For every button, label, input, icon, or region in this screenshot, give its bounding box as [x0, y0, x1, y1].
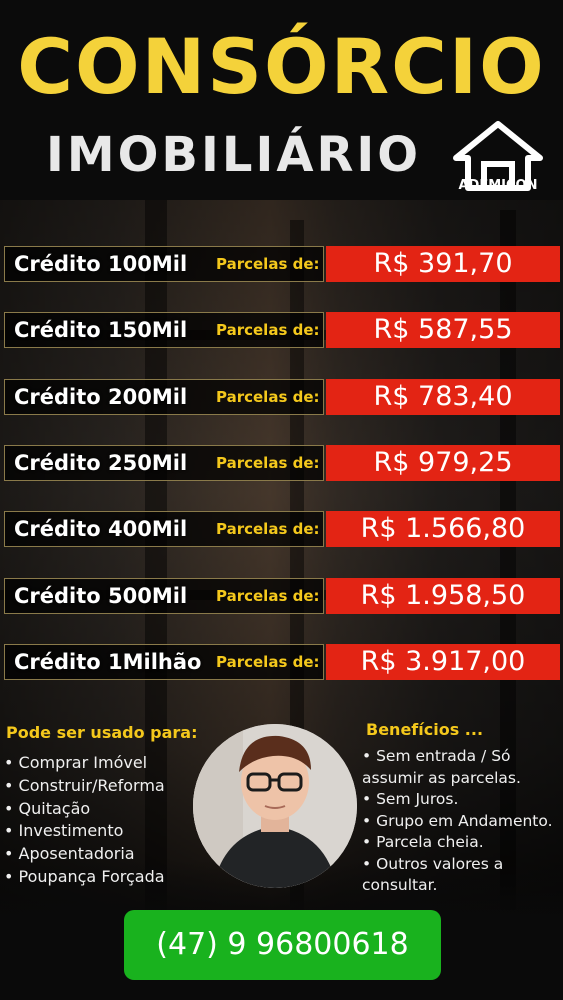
- list-item: • Investimento: [4, 821, 124, 841]
- credit-amount: Crédito 100Mil: [14, 252, 188, 276]
- list-item: • Sem Juros.: [362, 790, 459, 808]
- installment-value-box: R$ 3.917,00: [326, 644, 560, 680]
- credit-amount: Crédito 500Mil: [14, 584, 188, 608]
- installment-value-box: R$ 783,40: [326, 379, 560, 415]
- installment-value: R$ 1.958,50: [360, 580, 526, 611]
- list-item: • Comprar Imóvel: [4, 753, 148, 772]
- installment-value-box: R$ 979,25: [326, 445, 560, 481]
- installment-value: R$ 587,55: [373, 314, 513, 345]
- installment-value: R$ 979,25: [373, 447, 513, 478]
- credit-amount: Crédito 1Milhão: [14, 650, 202, 674]
- list-item: • Construir/Reforma: [4, 775, 165, 795]
- list-item: • Parcela cheia.: [362, 833, 484, 851]
- installment-label: Parcelas de:: [216, 321, 320, 339]
- plan-row: Crédito 200Mil Parcelas de: R$ 783,40: [4, 379, 560, 415]
- credit-amount: Crédito 250Mil: [14, 451, 188, 475]
- installment-value: R$ 3.917,00: [360, 646, 526, 677]
- installment-value-box: R$ 1.958,50: [326, 578, 560, 614]
- plan-row: Crédito 400Mil Parcelas de: R$ 1.566,80: [4, 511, 560, 547]
- installment-label: Parcelas de:: [216, 587, 320, 605]
- list-item: • Poupança Forçada: [4, 866, 165, 886]
- list-item: • Outros valores a consultar.: [362, 854, 504, 895]
- brand-name: ADEMICON: [458, 178, 538, 193]
- installment-value-box: R$ 1.566,80: [326, 511, 560, 547]
- plan-row: Crédito 250Mil Parcelas de: R$ 979,25: [4, 445, 560, 481]
- list-item: • Grupo em Andamento.: [362, 811, 553, 830]
- uses-title: Pode ser usado para:: [6, 723, 198, 742]
- installment-label: Parcelas de:: [216, 454, 320, 472]
- list-item: • Sem entrada / Só assumir as parcelas.: [362, 747, 521, 787]
- benefits-list: • Sem entrada / Só assumir as parcelas. …: [362, 746, 562, 897]
- uses-list: • Comprar Imóvel • Construir/Reforma • Q…: [4, 752, 165, 889]
- phone-contact-button[interactable]: (47) 9 96800618: [124, 910, 441, 980]
- installment-label: Parcelas de:: [216, 388, 320, 406]
- credit-amount: Crédito 200Mil: [14, 385, 188, 409]
- list-item: • Aposentadoria: [4, 844, 135, 864]
- person-illustration: [193, 724, 357, 888]
- installment-value: R$ 783,40: [373, 381, 513, 412]
- credit-amount: Crédito 400Mil: [14, 517, 188, 541]
- benefits-title: Benefícios ...: [366, 720, 484, 739]
- installment-value-box: R$ 587,55: [326, 312, 560, 348]
- person-photo: [193, 724, 357, 888]
- list-item: • Quitação: [4, 798, 91, 818]
- plan-row: Crédito 100Mil Parcelas de: R$ 391,70: [4, 246, 560, 282]
- installment-label: Parcelas de:: [216, 255, 320, 273]
- plan-row: Crédito 500Mil Parcelas de: R$ 1.958,50: [4, 578, 560, 614]
- page-title: CONSÓRCIO: [17, 22, 546, 111]
- page-subtitle: IMOBILIÁRIO: [46, 127, 422, 183]
- plan-row: Crédito 1Milhão Parcelas de: R$ 3.917,00: [4, 644, 560, 680]
- installment-label: Parcelas de:: [216, 520, 320, 538]
- installment-label: Parcelas de:: [216, 653, 320, 671]
- installment-value: R$ 1.566,80: [360, 513, 526, 544]
- installment-value: R$ 391,70: [373, 248, 513, 279]
- installment-value-box: R$ 391,70: [326, 246, 560, 282]
- credit-amount: Crédito 150Mil: [14, 318, 188, 342]
- phone-number: (47) 9 96800618: [156, 927, 409, 962]
- plan-row: Crédito 150Mil Parcelas de: R$ 587,55: [4, 312, 560, 348]
